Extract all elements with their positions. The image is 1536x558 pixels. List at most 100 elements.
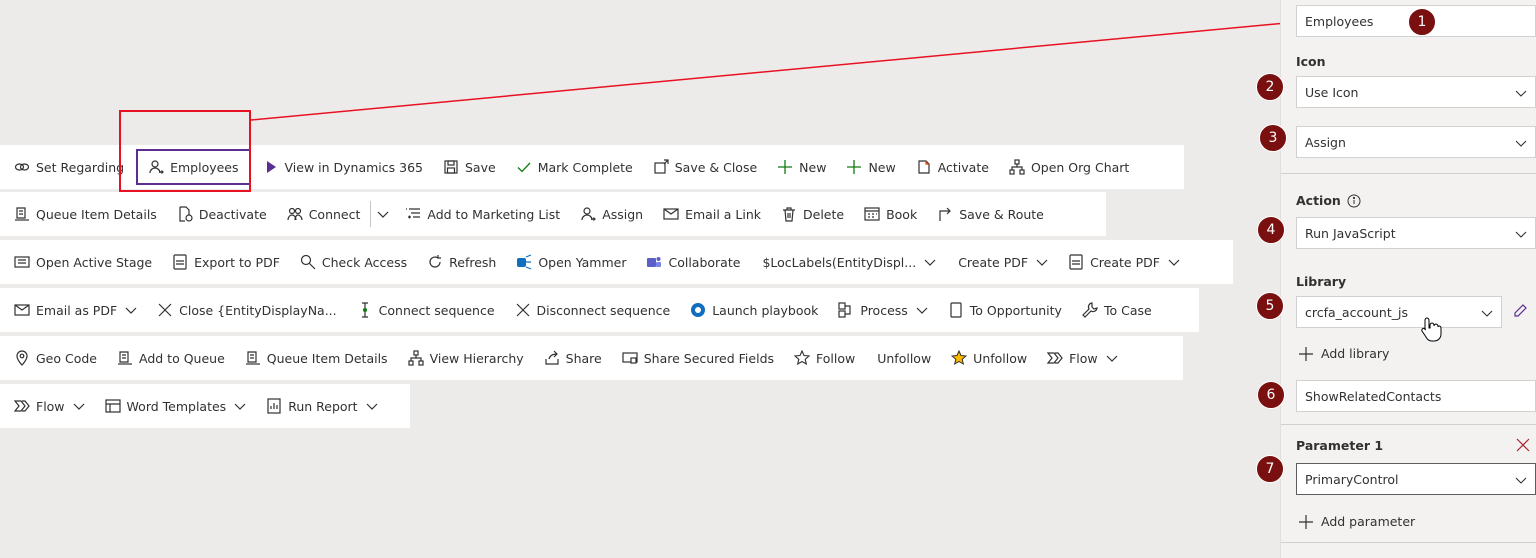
stage-icon bbox=[14, 254, 30, 270]
mark-complete-button[interactable]: Mark Complete bbox=[506, 145, 643, 189]
activate-button[interactable]: Activate bbox=[906, 145, 999, 189]
to-case-button[interactable]: To Case bbox=[1072, 288, 1162, 332]
action-dropdown[interactable]: Run JavaScript bbox=[1296, 217, 1536, 249]
flow-icon bbox=[1047, 350, 1063, 366]
info-icon[interactable] bbox=[1347, 194, 1361, 208]
launch-playbook-button[interactable]: Launch playbook bbox=[680, 288, 828, 332]
collaborate-button[interactable]: Collaborate bbox=[636, 240, 750, 284]
wrench-icon bbox=[1082, 302, 1098, 318]
search-icon bbox=[300, 254, 316, 270]
chevron-down-icon bbox=[1106, 352, 1118, 364]
library-label: Library bbox=[1296, 274, 1347, 289]
icon-value-dropdown[interactable]: Assign bbox=[1296, 126, 1536, 158]
geo-code-button[interactable]: Geo Code bbox=[4, 336, 107, 380]
new-button-1[interactable]: New bbox=[767, 145, 836, 189]
calendar-icon bbox=[864, 206, 880, 222]
function-name-input[interactable]: ShowRelatedContacts bbox=[1296, 380, 1536, 412]
activate-icon bbox=[916, 159, 932, 175]
step-badge-2: 2 bbox=[1256, 73, 1284, 101]
queue-item-details-button[interactable]: Queue Item Details bbox=[4, 192, 167, 236]
ribbon-row-4: Email as PDF Close {EntityDisplayNa... C… bbox=[0, 288, 1199, 332]
close-entity-button[interactable]: Close {EntityDisplayNa... bbox=[147, 288, 346, 332]
playbook-icon bbox=[690, 302, 706, 318]
unfollow-button-2[interactable]: Unfollow bbox=[941, 336, 1037, 380]
chevron-down-icon bbox=[1515, 137, 1527, 149]
create-pdf-dropdown-2[interactable]: Create PDF bbox=[1058, 240, 1190, 284]
step-badge-7: 7 bbox=[1256, 455, 1284, 483]
add-to-queue-button[interactable]: Add to Queue bbox=[107, 336, 235, 380]
save-and-route-button[interactable]: Save & Route bbox=[927, 192, 1054, 236]
remove-parameter-close-icon[interactable] bbox=[1516, 438, 1530, 452]
connect-button[interactable]: Connect bbox=[277, 192, 371, 236]
employees-button[interactable]: Employees bbox=[136, 149, 251, 185]
add-library-link[interactable]: Add library bbox=[1299, 346, 1389, 361]
org-chart-icon bbox=[1009, 159, 1025, 175]
parameter-1-label: Parameter 1 bbox=[1296, 438, 1384, 453]
trash-icon bbox=[781, 206, 797, 222]
queue-icon bbox=[245, 350, 261, 366]
assign-button[interactable]: Assign bbox=[570, 192, 653, 236]
step-badge-3: 3 bbox=[1259, 124, 1287, 152]
pdf-icon bbox=[172, 254, 188, 270]
edit-library-pencil-icon[interactable] bbox=[1512, 303, 1528, 319]
save-and-close-button[interactable]: Save & Close bbox=[643, 145, 767, 189]
connect-dropdown-button[interactable] bbox=[370, 201, 395, 227]
delete-button[interactable]: Delete bbox=[771, 192, 854, 236]
open-org-chart-button[interactable]: Open Org Chart bbox=[999, 145, 1139, 189]
flow-dropdown-1[interactable]: Flow bbox=[1037, 336, 1128, 380]
follow-button[interactable]: Follow bbox=[784, 336, 865, 380]
view-in-dynamics-button[interactable]: View in Dynamics 365 bbox=[253, 145, 433, 189]
share-secured-fields-button[interactable]: Share Secured Fields bbox=[612, 336, 784, 380]
assign-icon bbox=[580, 206, 597, 222]
check-access-button[interactable]: Check Access bbox=[290, 240, 417, 284]
email-as-pdf-dropdown[interactable]: Email as PDF bbox=[4, 288, 147, 332]
step-badge-5: 5 bbox=[1256, 292, 1284, 320]
deactivate-button[interactable]: Deactivate bbox=[167, 192, 277, 236]
open-active-stage-button[interactable]: Open Active Stage bbox=[4, 240, 162, 284]
email-a-link-button[interactable]: Email a Link bbox=[653, 192, 771, 236]
process-dropdown[interactable]: Process bbox=[828, 288, 937, 332]
disconnect-sequence-button[interactable]: Disconnect sequence bbox=[505, 288, 681, 332]
queue-item-details-button-2[interactable]: Queue Item Details bbox=[235, 336, 398, 380]
save-button[interactable]: Save bbox=[433, 145, 506, 189]
refresh-button[interactable]: Refresh bbox=[417, 240, 506, 284]
mail-icon bbox=[14, 302, 30, 318]
step-badge-4: 4 bbox=[1257, 216, 1285, 244]
new-button-2[interactable]: New bbox=[836, 145, 905, 189]
share-button[interactable]: Share bbox=[534, 336, 612, 380]
action-label: Action bbox=[1296, 193, 1361, 208]
add-parameter-link[interactable]: Add parameter bbox=[1299, 514, 1415, 529]
run-report-dropdown[interactable]: Run Report bbox=[256, 384, 387, 428]
plus-icon bbox=[777, 159, 793, 175]
section-divider bbox=[1281, 542, 1536, 543]
list-add-icon bbox=[405, 206, 421, 222]
email-link-icon bbox=[663, 206, 679, 222]
to-opportunity-button[interactable]: To Opportunity bbox=[938, 288, 1072, 332]
teams-icon bbox=[646, 254, 662, 270]
parameter-1-dropdown[interactable]: PrimaryControl bbox=[1296, 463, 1536, 495]
section-divider bbox=[1281, 424, 1536, 425]
book-button[interactable]: Book bbox=[854, 192, 927, 236]
flow-icon bbox=[14, 398, 30, 414]
create-pdf-dropdown-1[interactable]: Create PDF bbox=[946, 240, 1058, 284]
add-to-marketing-list-button[interactable]: Add to Marketing List bbox=[395, 192, 570, 236]
unfollow-button-1[interactable]: Unfollow bbox=[865, 336, 941, 380]
connect-icon bbox=[287, 206, 303, 222]
export-to-pdf-button[interactable]: Export to PDF bbox=[162, 240, 290, 284]
word-templates-dropdown[interactable]: Word Templates bbox=[95, 384, 257, 428]
section-divider bbox=[1281, 173, 1536, 174]
open-yammer-button[interactable]: Open Yammer bbox=[506, 240, 636, 284]
set-regarding-button[interactable]: Set Regarding bbox=[4, 145, 134, 189]
library-dropdown[interactable]: crcfa_account_js bbox=[1296, 296, 1502, 328]
share-icon bbox=[544, 350, 560, 366]
icon-mode-dropdown[interactable]: Use Icon bbox=[1296, 76, 1536, 108]
checkmark-icon bbox=[516, 159, 532, 175]
plus-icon bbox=[846, 159, 862, 175]
route-icon bbox=[937, 206, 953, 222]
location-pin-icon bbox=[14, 350, 30, 366]
connect-sequence-button[interactable]: Connect sequence bbox=[347, 288, 505, 332]
flow-dropdown-2[interactable]: Flow bbox=[4, 384, 95, 428]
ribbon-row-3: Open Active Stage Export to PDF Check Ac… bbox=[0, 240, 1233, 284]
view-hierarchy-button[interactable]: View Hierarchy bbox=[398, 336, 534, 380]
loclabels-dropdown[interactable]: $LocLabels(EntityDispl... bbox=[750, 240, 946, 284]
